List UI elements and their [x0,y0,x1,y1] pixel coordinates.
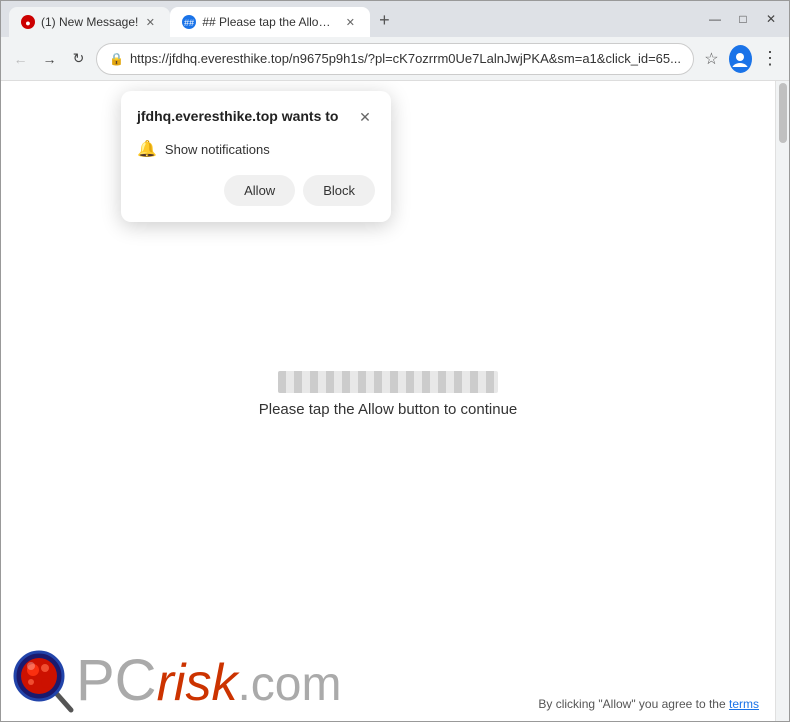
reload-button[interactable]: ↻ [67,45,90,73]
pc-text: PC [76,652,157,710]
permission-dialog: jfdhq.everesthike.top wants to ✕ 🔔 Show … [121,91,391,222]
title-bar: ● (1) New Message! ✕ ## ## Please tap th… [1,1,789,37]
scroll-thumb[interactable] [779,83,787,143]
minimize-button[interactable]: — [705,9,725,29]
tab2-close-button[interactable]: ✕ [342,14,358,30]
tab1-close-button[interactable]: ✕ [142,14,158,30]
loading-text: Please tap the Allow button to continue [259,401,518,418]
bottom-notice: By clicking "Allow" you agree to the ter… [538,697,759,711]
tab1-favicon: ● [21,15,35,29]
pcrisk-logo-icon [11,648,76,713]
more-options-button[interactable]: ⋮ [758,45,781,73]
loading-bar [278,371,498,393]
dialog-close-button[interactable]: ✕ [355,107,375,127]
allow-button[interactable]: Allow [224,175,295,206]
url-text: https://jfdhq.everesthike.top/n9675p9h1s… [130,51,681,66]
svg-text:##: ## [184,18,194,28]
permission-text: Show notifications [165,142,270,157]
main-area: jfdhq.everesthike.top wants to ✕ 🔔 Show … [1,81,775,721]
maximize-button[interactable]: □ [733,9,753,29]
lock-icon: 🔒 [109,52,124,66]
bell-icon: 🔔 [137,139,157,159]
back-button[interactable]: ← [9,45,32,73]
forward-button[interactable]: → [38,45,61,73]
dialog-buttons: Allow Block [137,175,375,206]
dotcom-text: .com [237,661,341,709]
scrollbar[interactable] [775,81,789,721]
address-bar[interactable]: 🔒 https://jfdhq.everesthike.top/n9675p9h… [96,43,694,75]
window-controls: — □ ✕ [705,9,781,29]
new-tab-button[interactable]: + [370,6,398,34]
terms-link[interactable]: terms [729,697,759,711]
block-button[interactable]: Block [303,175,375,206]
pcrisk-branding: PC risk .com [11,648,341,713]
dialog-header: jfdhq.everesthike.top wants to ✕ [137,107,375,127]
browser-window: ● (1) New Message! ✕ ## ## Please tap th… [0,0,790,722]
page-content: jfdhq.everesthike.top wants to ✕ 🔔 Show … [1,81,789,721]
pcrisk-text: PC risk .com [76,652,341,710]
tab2-label: ## Please tap the Allow button... [202,15,338,29]
tab1-label: (1) New Message! [41,15,138,29]
tab-1[interactable]: ● (1) New Message! ✕ [9,7,170,37]
tab-2[interactable]: ## ## Please tap the Allow button... ✕ [170,7,370,37]
dialog-title: jfdhq.everesthike.top wants to [137,107,338,125]
permission-item: 🔔 Show notifications [137,139,375,159]
close-window-button[interactable]: ✕ [761,9,781,29]
bookmark-button[interactable]: ☆ [700,45,723,73]
toolbar: ← → ↻ 🔒 https://jfdhq.everesthike.top/n9… [1,37,789,81]
svg-text:●: ● [25,18,30,28]
risk-text: risk [157,657,238,709]
tab2-favicon: ## [182,15,196,29]
profile-button[interactable] [729,45,752,73]
